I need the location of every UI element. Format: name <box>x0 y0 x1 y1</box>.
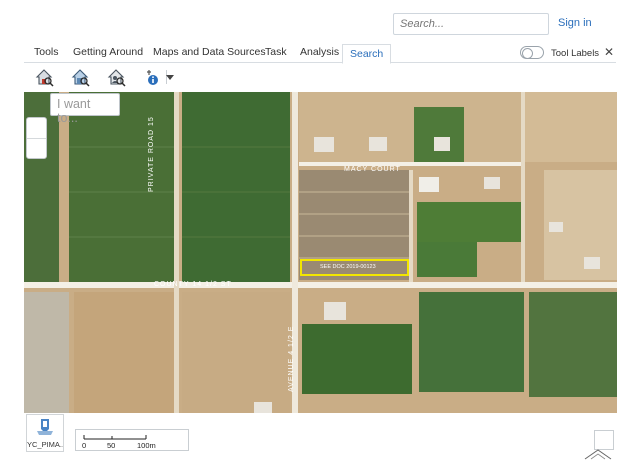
road-label-avenue-4-1-2-e: AVENUE 4 1/2 E <box>288 325 295 392</box>
scale-label-100m: 100m <box>137 441 156 450</box>
i-want-to-menu[interactable]: I want to... <box>50 93 120 125</box>
county-logo-icon <box>584 449 612 460</box>
zoom-in-button[interactable] <box>27 118 46 138</box>
basemap-switcher[interactable]: YC_PIMA... <box>26 414 64 452</box>
tab-maps-and-data-sources[interactable]: Maps and Data Sources <box>153 46 266 63</box>
search-toolbar <box>24 64 616 90</box>
road-label-county-14-1-2-st: COUNTY 14 1/2 ST <box>154 281 232 288</box>
aerial-imagery <box>24 92 617 413</box>
zoom-controls <box>26 117 47 159</box>
zoom-out-button[interactable] <box>27 138 46 158</box>
sign-in-link[interactable]: Sign in <box>558 17 592 29</box>
overview-map-button[interactable] <box>594 430 614 450</box>
identify-icon[interactable] <box>146 67 166 87</box>
chevron-down-icon[interactable] <box>164 67 176 87</box>
search-input[interactable] <box>393 13 549 35</box>
scale-bar: 0 50 100m <box>75 429 189 451</box>
road-label-macy-court: MACY COURT <box>344 166 401 173</box>
tab-task[interactable]: Task <box>265 46 287 63</box>
search-owner-icon[interactable] <box>106 67 126 87</box>
scale-bar-graphic <box>83 435 147 440</box>
tab-search[interactable]: Search <box>342 44 392 64</box>
app-header: Sign in <box>0 0 640 44</box>
scale-label-0: 0 <box>82 441 87 450</box>
road-label-private-road-15: PRIVATE ROAD 15 <box>148 116 155 192</box>
tab-analysis[interactable]: Analysis <box>300 46 339 63</box>
basemap-icon <box>37 419 53 435</box>
tool-labels-toggle[interactable] <box>520 46 544 59</box>
selected-parcel-label: SEE DOC 2019-00123 <box>320 264 376 270</box>
basemap-label: YC_PIMA... <box>27 440 63 449</box>
search-address-icon[interactable] <box>34 67 54 87</box>
tab-tools[interactable]: Tools <box>34 46 59 63</box>
tool-labels-label: Tool Labels <box>551 48 600 59</box>
map-view[interactable]: MACY COURT COUNTY 14 1/2 ST PRIVATE ROAD… <box>24 92 617 413</box>
close-icon[interactable]: ✕ <box>604 45 614 59</box>
search-parcel-icon[interactable] <box>70 67 90 87</box>
scale-label-50: 50 <box>107 441 116 450</box>
tab-getting-around[interactable]: Getting Around <box>73 46 143 63</box>
